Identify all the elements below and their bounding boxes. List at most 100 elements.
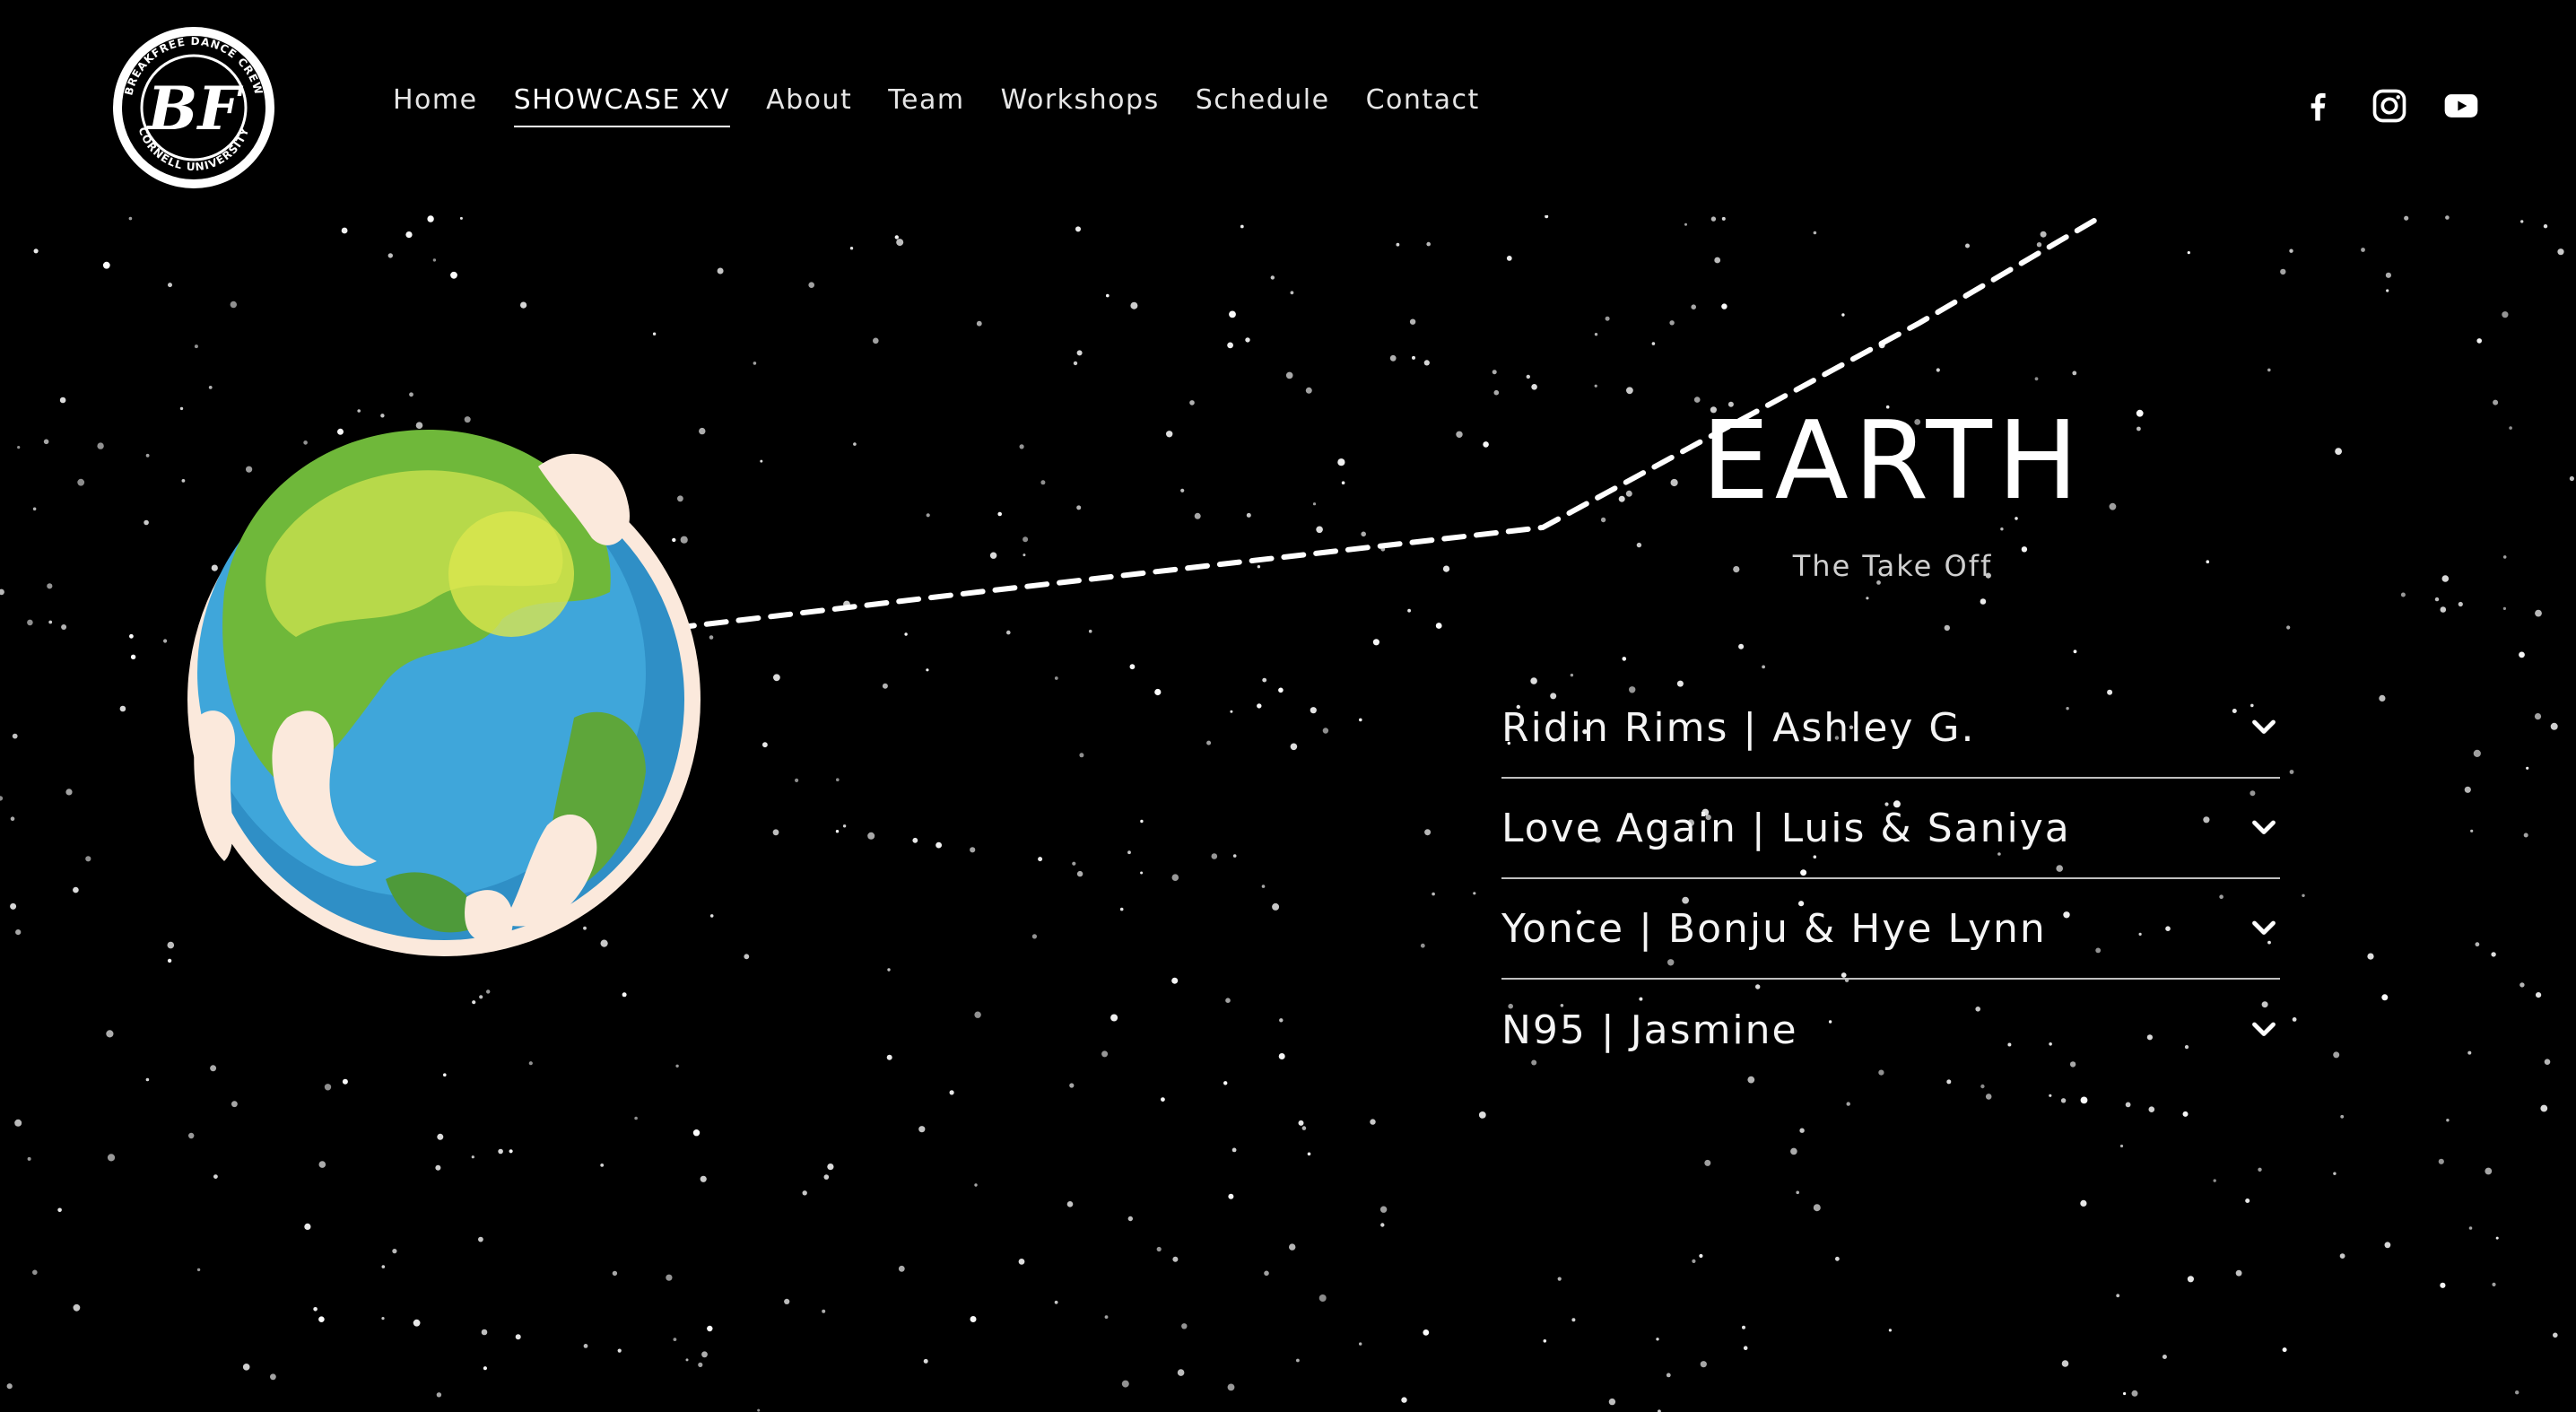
chevron-down-icon[interactable] xyxy=(2248,711,2280,744)
star xyxy=(1710,216,1717,222)
star xyxy=(1310,707,1317,714)
star xyxy=(27,619,33,626)
star xyxy=(1493,389,1500,396)
chevron-down-icon[interactable] xyxy=(2248,812,2280,844)
nav-team[interactable]: Team xyxy=(888,84,964,127)
star xyxy=(2080,1199,2087,1207)
star xyxy=(1119,907,1124,911)
star xyxy=(2492,1282,2496,1286)
star xyxy=(230,301,237,309)
nav-contact[interactable]: Contact xyxy=(1366,84,1480,127)
star xyxy=(666,1274,673,1281)
star xyxy=(744,954,750,960)
star xyxy=(1714,257,1721,264)
star xyxy=(896,239,904,247)
accordion-item[interactable]: N95 | Jasmine xyxy=(1501,980,2280,1080)
star xyxy=(1257,703,1262,709)
star xyxy=(1227,1383,1235,1391)
star xyxy=(528,1061,533,1066)
star xyxy=(2258,1167,2262,1172)
star xyxy=(2557,248,2564,256)
star xyxy=(303,440,308,445)
star xyxy=(392,1249,397,1254)
star xyxy=(1172,1256,1179,1262)
star xyxy=(1492,370,1497,375)
star xyxy=(2493,399,2499,405)
star xyxy=(1545,215,1549,219)
star xyxy=(2543,224,2548,229)
accordion-item[interactable]: Yonce | Bonju & Hye Lynn xyxy=(1501,879,2280,980)
star xyxy=(1531,384,1537,390)
star xyxy=(923,1358,928,1364)
star xyxy=(2536,992,2542,998)
nav-schedule[interactable]: Schedule xyxy=(1196,84,1330,127)
star xyxy=(2280,268,2286,275)
star xyxy=(835,830,840,833)
star xyxy=(1261,885,1266,888)
star xyxy=(757,1408,761,1412)
star xyxy=(853,442,857,446)
accordion-item[interactable]: Ridin Rims | Ashley G. xyxy=(1501,678,2280,779)
star xyxy=(1054,676,1058,680)
star xyxy=(1693,397,1701,403)
star xyxy=(989,552,997,559)
star xyxy=(85,856,91,862)
breakfree-logo[interactable]: BREAKFREE DANCE CREW CORNELL UNIVERSITY … xyxy=(109,23,278,192)
star xyxy=(1307,1152,1311,1156)
facebook-icon[interactable] xyxy=(2298,86,2337,126)
nav-workshops[interactable]: Workshops xyxy=(1001,84,1160,127)
star xyxy=(2475,942,2480,947)
instagram-icon[interactable] xyxy=(2370,86,2409,126)
star xyxy=(1396,242,1400,247)
star xyxy=(129,633,134,639)
star xyxy=(1420,943,1425,948)
star xyxy=(2125,1102,2131,1108)
star xyxy=(1813,231,1817,235)
accordion-item[interactable]: Love Again | Luis & Saniya xyxy=(1501,779,2280,879)
star xyxy=(2445,215,2450,220)
star xyxy=(405,231,413,239)
star xyxy=(842,824,847,828)
star xyxy=(2289,770,2294,774)
star xyxy=(1106,293,1110,298)
star xyxy=(2072,370,2077,376)
star xyxy=(1023,536,1029,543)
star xyxy=(680,536,688,544)
star xyxy=(211,564,218,571)
star xyxy=(2000,527,2004,531)
star xyxy=(652,332,657,336)
star xyxy=(1456,431,1463,438)
star xyxy=(167,941,175,949)
star xyxy=(2040,231,2047,238)
star xyxy=(2404,215,2409,221)
star xyxy=(73,886,79,893)
star xyxy=(1140,871,1144,875)
star xyxy=(1262,677,1267,683)
star xyxy=(1156,1246,1162,1252)
chevron-down-icon[interactable] xyxy=(2248,1014,2280,1046)
star xyxy=(57,1207,62,1213)
star xyxy=(97,442,104,449)
star xyxy=(1721,303,1727,309)
star xyxy=(1478,1111,1486,1119)
star xyxy=(709,635,714,640)
star xyxy=(2519,651,2525,658)
star xyxy=(1379,1206,1388,1213)
star xyxy=(2036,242,2042,248)
star xyxy=(1361,531,1366,537)
star xyxy=(2267,368,2271,372)
star xyxy=(443,1073,447,1076)
star xyxy=(2476,338,2482,344)
star xyxy=(15,929,22,936)
star xyxy=(2340,1114,2345,1119)
nav-about[interactable]: About xyxy=(766,84,852,127)
nav-home[interactable]: Home xyxy=(393,84,478,127)
youtube-icon[interactable] xyxy=(2441,86,2481,126)
chevron-down-icon[interactable] xyxy=(2248,912,2280,945)
star xyxy=(1691,304,1696,309)
star xyxy=(1557,1277,1562,1281)
nav-showcase-xv[interactable]: SHOWCASE XV xyxy=(513,84,731,127)
star xyxy=(17,446,21,449)
star xyxy=(2116,1294,2120,1298)
star xyxy=(677,495,683,502)
